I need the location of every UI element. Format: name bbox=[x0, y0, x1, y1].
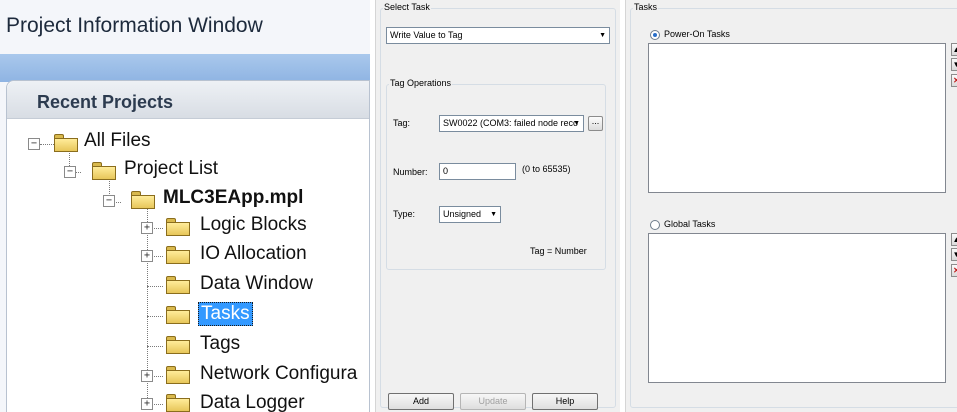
tree-node-io-allocation[interactable]: IO Allocation bbox=[200, 243, 307, 265]
arrow-up-icon[interactable]: ▲ bbox=[951, 43, 957, 56]
folder-icon bbox=[166, 218, 190, 236]
collapse-toggle-all-files[interactable]: − bbox=[28, 138, 40, 150]
tag-operations-label: Tag Operations bbox=[389, 78, 453, 88]
help-button[interactable]: Help bbox=[532, 393, 598, 410]
global-tasks-radio[interactable] bbox=[650, 220, 660, 230]
global-task-list[interactable] bbox=[648, 233, 946, 383]
arrow-down-icon[interactable]: ▼ bbox=[951, 58, 957, 71]
power-on-radio[interactable] bbox=[650, 30, 660, 40]
update-button[interactable]: Update bbox=[460, 393, 526, 410]
power-on-label: Power-On Tasks bbox=[664, 29, 730, 39]
folder-icon bbox=[166, 366, 190, 384]
select-task-pane: Select Task Write Value to Tag ▼ Tag Ope… bbox=[375, 0, 620, 412]
delete-x-icon[interactable]: ✕ bbox=[951, 74, 957, 87]
collapse-toggle-project-list[interactable]: − bbox=[64, 166, 76, 178]
tree-node-all-files[interactable]: All Files bbox=[84, 130, 151, 152]
expand-toggle-io-allocation[interactable]: + bbox=[141, 250, 153, 262]
formula-text: Tag = Number bbox=[530, 246, 587, 256]
task-type-value: Write Value to Tag bbox=[390, 30, 463, 40]
type-label: Type: bbox=[393, 209, 416, 219]
tree-node-project-file[interactable]: MLC3EApp.mpl bbox=[163, 187, 303, 209]
tree-node-tags[interactable]: Tags bbox=[200, 333, 240, 355]
delete-x-icon[interactable]: ✕ bbox=[951, 264, 957, 277]
folder-icon bbox=[166, 276, 190, 294]
folder-icon bbox=[131, 191, 155, 209]
tasks-pane: Tasks Power-On Tasks ▲ ▼ ✕ Global Tasks … bbox=[625, 0, 957, 412]
project-tree: − All Files − Project List − MLC3EApp.mp… bbox=[0, 0, 370, 412]
number-label: Number: bbox=[393, 167, 428, 177]
tree-node-tasks[interactable]: Tasks bbox=[198, 302, 253, 326]
folder-icon bbox=[54, 134, 78, 152]
tag-browse-button[interactable]: ... bbox=[588, 116, 603, 131]
tree-node-data-window[interactable]: Data Window bbox=[200, 273, 313, 295]
task-type-select[interactable]: Write Value to Tag ▼ bbox=[386, 27, 610, 44]
type-select[interactable]: Unsigned ▼ bbox=[439, 206, 501, 223]
tree-node-logic-blocks[interactable]: Logic Blocks bbox=[200, 214, 307, 236]
select-task-label: Select Task bbox=[383, 2, 431, 12]
collapse-toggle-project-file[interactable]: − bbox=[103, 195, 115, 207]
dropdown-arrow-icon: ▼ bbox=[573, 120, 580, 127]
power-on-task-list[interactable] bbox=[648, 43, 946, 193]
expand-toggle-data-logger[interactable]: + bbox=[141, 398, 153, 410]
tasks-label: Tasks bbox=[633, 2, 659, 12]
folder-icon bbox=[166, 394, 190, 412]
tag-label: Tag: bbox=[393, 118, 411, 128]
tag-value: SW0022 (COM3: failed node reco bbox=[443, 118, 579, 128]
dropdown-arrow-icon: ▼ bbox=[599, 32, 606, 39]
type-value: Unsigned bbox=[443, 209, 482, 219]
open-folder-icon bbox=[166, 306, 190, 324]
global-tasks-label: Global Tasks bbox=[664, 219, 716, 229]
number-range-hint: (0 to 65535) bbox=[522, 164, 571, 174]
add-button[interactable]: Add bbox=[388, 393, 454, 410]
tree-node-data-logger[interactable]: Data Logger bbox=[200, 392, 305, 412]
expand-toggle-network-configuration[interactable]: + bbox=[141, 370, 153, 382]
expand-toggle-logic-blocks[interactable]: + bbox=[141, 222, 153, 234]
tree-node-project-list[interactable]: Project List bbox=[124, 158, 218, 180]
arrow-down-icon[interactable]: ▼ bbox=[951, 248, 957, 261]
folder-icon bbox=[92, 162, 116, 180]
number-input[interactable]: 0 bbox=[439, 163, 516, 180]
project-information-window: Project Information Window Recent Projec… bbox=[0, 0, 370, 412]
folder-icon bbox=[166, 246, 190, 264]
arrow-up-icon[interactable]: ▲ bbox=[951, 233, 957, 246]
folder-icon bbox=[166, 336, 190, 354]
tree-node-network-configuration[interactable]: Network Configura bbox=[200, 363, 357, 385]
dropdown-arrow-icon: ▼ bbox=[490, 211, 497, 218]
tag-select[interactable]: SW0022 (COM3: failed node reco ▼ bbox=[439, 115, 584, 132]
